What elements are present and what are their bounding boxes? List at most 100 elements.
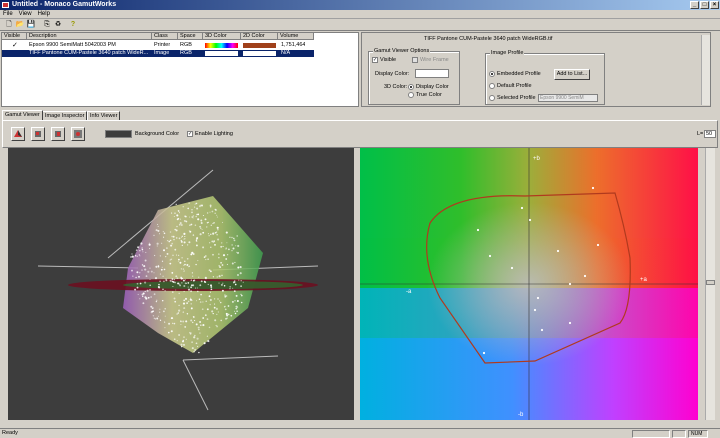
embedded-profile-radio[interactable] [489,71,495,77]
tab-image-inspector[interactable]: Image Inspector [42,111,88,120]
gamut-point [139,298,141,300]
tab-gamut-viewer[interactable]: Gamut Viewer [2,110,43,120]
recycle-icon[interactable]: ♻ [53,20,63,30]
display-color-radio[interactable] [408,84,414,90]
row-2d-color-swatch[interactable] [243,51,276,56]
gamut-point [190,279,192,281]
view-solid-icon[interactable] [11,127,25,141]
gamut-point [138,275,140,278]
gamut-point [231,262,234,265]
gamut-point [177,210,180,212]
save-icon[interactable]: 💾 [26,20,36,30]
gamut-point [185,215,187,218]
gamut-point [159,273,161,275]
row-visible-check[interactable]: ✓ [12,42,18,49]
gamut-2d-point [482,351,486,355]
gamut-point [183,241,186,244]
visible-checkbox[interactable]: ✓ [372,57,378,63]
l-slider[interactable] [705,148,715,420]
gamut-point [232,247,235,250]
gamut-2d-viewer[interactable]: +b -b +a -a [360,148,698,420]
open-folder-icon[interactable]: 📂 [15,20,25,30]
gamut-point [200,219,203,222]
gamut-point [136,282,139,285]
gamut-2d-point [568,321,572,325]
gamut-point [153,293,156,296]
gamut-point [183,219,186,222]
col-description[interactable]: Description [27,33,152,40]
maximize-button[interactable]: □ [700,1,709,9]
gamut-point [196,287,198,289]
copy-icon[interactable]: ⎘ [42,20,52,30]
view-top-icon[interactable] [71,127,85,141]
gamut-point [225,317,227,320]
view-front-icon[interactable] [31,127,45,141]
gamut-point [170,244,173,247]
col-space[interactable]: Space [178,33,203,40]
true-color-radio[interactable] [408,92,414,98]
display-color-swatch[interactable] [415,69,449,78]
col-volume[interactable]: Volume [278,33,314,40]
close-button[interactable]: × [710,1,719,9]
gamut-point [164,307,166,310]
gamut-point [227,305,230,307]
gamut-point [132,275,134,277]
menu-view[interactable]: View [16,10,35,19]
add-to-list-button[interactable]: Add to List... [554,69,590,80]
l-slider-thumb[interactable] [706,280,715,285]
detail-scrollbar[interactable] [701,35,710,105]
gamut-point [178,258,180,261]
gamut-point [184,260,186,263]
wire-frame-checkbox[interactable] [412,57,418,63]
gamut-point [168,322,171,325]
gamut-point [143,265,146,268]
gamut-point [210,286,213,288]
menu-help[interactable]: Help [35,10,53,19]
view-side-icon[interactable] [51,127,65,141]
gamut-point [230,314,233,317]
gamut-3d-viewer[interactable] [8,148,354,420]
gamut-point [189,297,192,299]
gamut-point [190,290,193,293]
minimize-button[interactable]: _ [690,1,699,9]
row-2d-color-swatch[interactable] [243,43,276,48]
tab-info-viewer[interactable]: Info Viewer [87,111,121,120]
profile-select[interactable]: Epson 9900 SemiM [538,94,598,102]
gamut-point [150,270,153,273]
background-color-swatch[interactable] [105,130,132,138]
gamut-point [157,286,161,289]
gamut-point [161,260,164,262]
new-doc-icon[interactable]: 🗋 [4,20,14,30]
gamut-point [177,312,180,314]
gamut-point [173,215,175,218]
selected-profile-label: Selected Profile [497,95,536,101]
gamut-point [207,340,210,343]
gamut-point [141,293,144,296]
col-visible[interactable]: Visible [2,33,27,40]
table-row[interactable]: ✓ Epson 9900 SemiMatt 5042003 PM Printer… [2,42,314,49]
gamut-point [159,233,161,235]
menu-file[interactable]: File [0,10,16,19]
row-3d-color-swatch[interactable] [205,43,238,48]
col-3d-color[interactable]: 3D Color [203,33,241,40]
gamut-3d-canvas[interactable] [8,148,354,420]
gamut-point [176,214,179,217]
gamut-point [216,216,218,218]
row-3d-color-swatch[interactable] [205,51,238,56]
gamut-point [190,332,192,334]
gamut-point [204,218,207,221]
l-value-input[interactable]: 50 [704,130,716,138]
gamut-point [206,318,209,320]
gamut-point [221,221,224,223]
gamut-point [218,300,221,302]
gamut-2d-canvas[interactable]: +b -b +a -a [360,148,698,420]
gamut-point [131,253,133,255]
gamut-point [164,315,166,317]
table-row[interactable]: TIFF Pantone CUM-Pastele 3640 patch Wide… [2,50,314,57]
selected-profile-radio[interactable] [489,95,495,101]
enable-lighting-checkbox[interactable]: ✓ [187,131,193,137]
help-icon[interactable]: ? [68,20,78,30]
default-profile-radio[interactable] [489,83,495,89]
col-2d-color[interactable]: 2D Color [241,33,278,40]
col-class[interactable]: Class [152,33,178,40]
